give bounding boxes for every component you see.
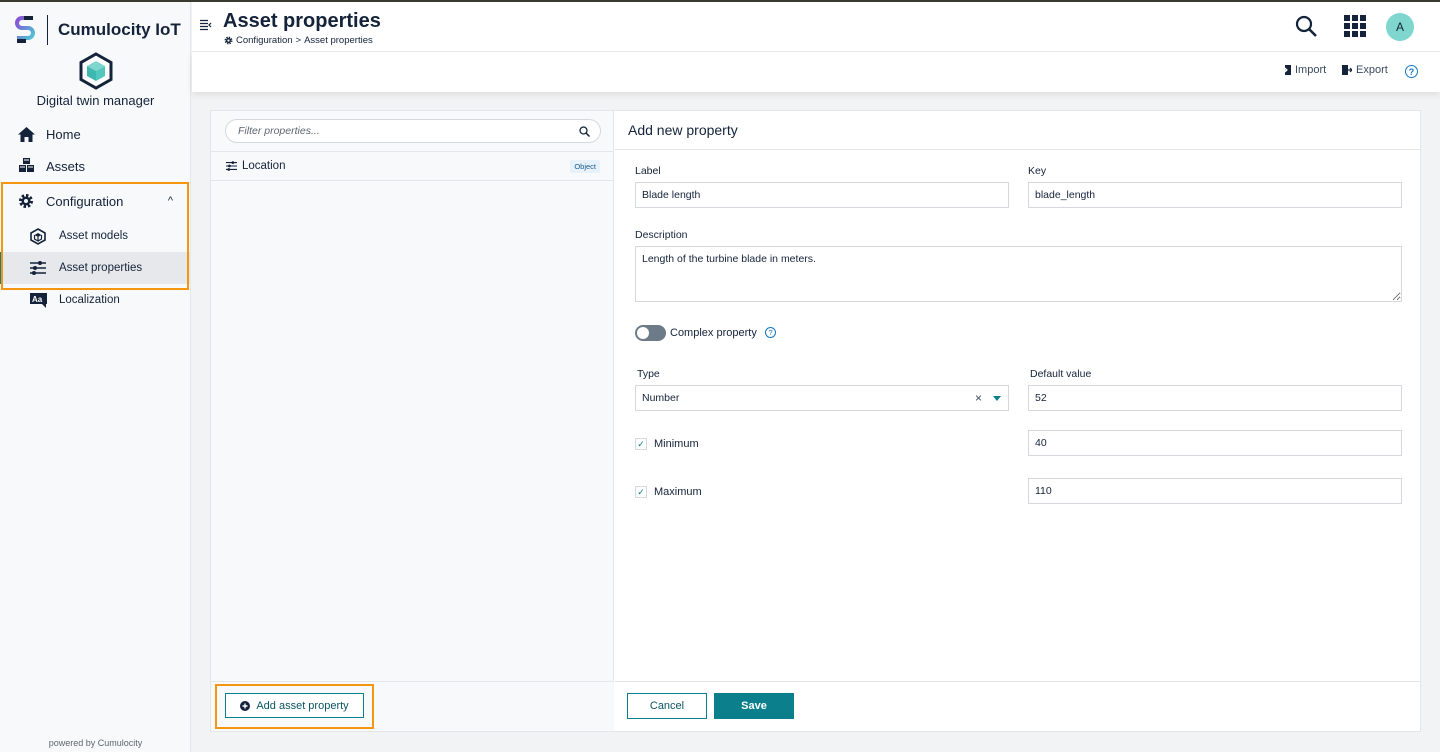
help-icon[interactable]: ? [765, 327, 776, 338]
assets-icon [16, 156, 36, 176]
sidebar-item-label: Asset models [59, 230, 129, 242]
sliders-icon [226, 161, 237, 171]
label-field-label: Label [635, 165, 661, 177]
add-asset-property-button[interactable]: Add asset property [225, 693, 364, 718]
cumulocity-logo-icon [15, 16, 35, 43]
home-icon [16, 124, 36, 144]
complex-property-label: Complex property [670, 327, 757, 339]
sidebar: Cumulocity IoT Digital twin manager Home… [0, 2, 191, 752]
breadcrumb: Configuration > Asset properties [224, 35, 373, 46]
maximum-checkbox[interactable]: ✓ [635, 486, 647, 498]
clear-icon[interactable]: × [975, 391, 982, 405]
breadcrumb-separator: > [295, 35, 302, 46]
breadcrumb-asset-properties: Asset properties [304, 35, 373, 46]
export-button[interactable]: Export [1342, 64, 1388, 76]
property-name: Location [242, 160, 286, 172]
app-switcher-button[interactable] [1341, 12, 1369, 40]
import-icon [1282, 65, 1291, 75]
type-selected-value: Number [642, 392, 680, 404]
default-value-input[interactable] [1028, 385, 1402, 411]
description-field-label: Description [635, 229, 688, 241]
add-asset-property-label: Add asset property [256, 699, 349, 712]
description-textarea[interactable]: Length of the turbine blade in meters. [635, 246, 1402, 302]
complex-property-toggle[interactable] [635, 325, 666, 341]
sidebar-item-configuration[interactable]: Configuration ^ [0, 182, 191, 220]
form-title: Add new property [628, 122, 738, 138]
user-avatar[interactable]: A [1386, 13, 1414, 41]
search-icon [579, 125, 590, 137]
sliders-icon [28, 259, 48, 277]
type-select[interactable]: Number × [635, 385, 1009, 411]
page-title: Asset properties [223, 10, 381, 32]
save-button[interactable]: Save [714, 693, 794, 719]
property-list-item[interactable]: Location Object [211, 152, 614, 181]
filter-input[interactable] [238, 125, 579, 137]
brand-separator [47, 15, 48, 45]
action-bar: Import Export ? [192, 52, 1440, 92]
import-label: Import [1295, 64, 1327, 76]
brand[interactable]: Cumulocity IoT [15, 14, 181, 46]
sidebar-item-label: Home [46, 126, 81, 142]
cancel-button[interactable]: Cancel [627, 693, 707, 719]
export-icon [1342, 65, 1352, 75]
toggle-knob [637, 327, 649, 339]
key-field-label: Key [1028, 165, 1047, 177]
gear-icon [224, 36, 233, 45]
menu-toggle-icon[interactable] [200, 18, 214, 32]
localization-icon: Aa [28, 291, 48, 309]
sidebar-item-label: Asset properties [59, 262, 143, 274]
minimum-label: Minimum [654, 438, 699, 450]
import-button[interactable]: Import [1282, 64, 1326, 76]
properties-card: Location Object Add asset property Add n… [210, 110, 1421, 732]
apps-grid-icon [1344, 15, 1366, 37]
sidebar-item-assets[interactable]: Assets [0, 150, 191, 182]
brand-name: Cumulocity IoT [58, 20, 181, 39]
caret-down-icon[interactable] [993, 396, 1001, 401]
sidebar-item-label: Configuration [46, 193, 124, 209]
label-input[interactable] [635, 182, 1009, 208]
chevron-up-icon[interactable]: ^ [168, 195, 173, 207]
nav-menu: Home Assets Configuration ^ Asset models [0, 118, 191, 316]
export-label: Export [1356, 64, 1388, 76]
sidebar-item-asset-models[interactable]: Asset models [0, 220, 191, 252]
default-value-label: Default value [1030, 368, 1092, 380]
property-type-badge: Object [570, 159, 600, 173]
sidebar-item-home[interactable]: Home [0, 118, 191, 150]
powered-by: powered by Cumulocity [48, 738, 143, 748]
key-input[interactable] [1028, 182, 1402, 208]
maximum-input[interactable] [1028, 478, 1402, 504]
plus-circle-icon [240, 700, 251, 711]
help-icon[interactable]: ? [1405, 65, 1418, 78]
breadcrumb-configuration[interactable]: Configuration [236, 35, 293, 46]
sidebar-item-asset-properties[interactable]: Asset properties [0, 252, 191, 284]
filter-field[interactable] [225, 119, 601, 143]
sidebar-item-label: Localization [59, 294, 120, 306]
property-form: Add new property Label Key Description L… [615, 111, 1420, 731]
type-field-label: Type [637, 368, 660, 380]
sidebar-item-label: Assets [46, 158, 86, 174]
maximum-label: Maximum [654, 486, 702, 498]
form-footer: Cancel Save [615, 681, 1420, 731]
search-icon [1295, 15, 1317, 37]
minimum-input[interactable] [1028, 430, 1402, 456]
left-footer: Add asset property [211, 681, 614, 731]
minimum-checkbox[interactable]: ✓ [635, 438, 647, 450]
sidebar-item-localization[interactable]: Aa Localization [0, 284, 191, 316]
svg-text:Aa: Aa [32, 295, 43, 304]
cube-icon [28, 227, 48, 245]
search-button[interactable] [1292, 12, 1320, 40]
divider [615, 149, 1420, 150]
properties-list-pane: Location Object Add asset property [211, 111, 614, 731]
digital-twin-app-icon [79, 52, 113, 90]
page-header: Asset properties Configuration > Asset p… [192, 2, 1440, 52]
gear-icon [16, 191, 36, 211]
app-name: Digital twin manager [36, 93, 155, 108]
